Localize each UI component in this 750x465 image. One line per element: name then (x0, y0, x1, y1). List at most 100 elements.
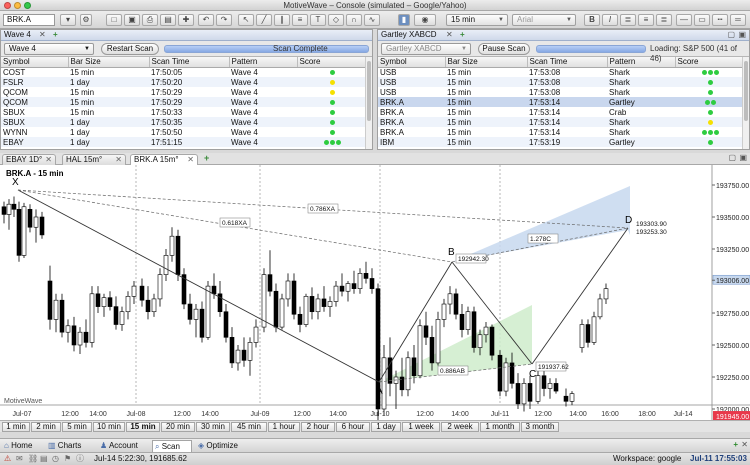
bar-size-2-hour[interactable]: 2 hour (301, 422, 335, 432)
gartley-col-bar-size[interactable]: Bar Size (445, 57, 528, 68)
table-row[interactable]: BRK.A 15 min 17:53:14 Shark (378, 127, 744, 137)
close-icon[interactable]: ✕ (741, 440, 748, 449)
fib-icon[interactable]: ≡ (292, 14, 308, 26)
candle-icon[interactable]: ▮ (398, 14, 410, 26)
add-tab-icon[interactable]: + (53, 30, 58, 40)
bar-size-30-min[interactable]: 30 min (196, 422, 230, 432)
symbol-list-icon[interactable]: ▾ (60, 14, 76, 26)
minimize-window-button[interactable] (14, 2, 21, 9)
table-row[interactable]: WYNN 1 day 17:50:50 Wave 4 (1, 127, 367, 137)
italic-icon[interactable]: I (602, 14, 618, 26)
nav-optimize[interactable]: ◈ Optimize (196, 440, 246, 452)
bar-size-15-min[interactable]: 15 min (126, 422, 160, 432)
tab-chart-hal[interactable]: HAL 15m° ✕ (62, 154, 126, 165)
print-icon[interactable]: ⎙ (142, 14, 158, 26)
settings-icon[interactable]: ⚙ (80, 14, 92, 26)
bar-size-1-week[interactable]: 1 week (402, 422, 440, 432)
table-row[interactable]: BRK.A 15 min 17:53:14 Crab (378, 107, 744, 117)
restore-panel-icon[interactable]: ▢ (727, 30, 735, 40)
bar-size-select[interactable]: 15 min ▼ (446, 14, 508, 26)
tab-chart-brka[interactable]: BRK.A 15m° ✕ (130, 154, 198, 165)
gartley-scrollbar[interactable] (742, 57, 749, 149)
close-icon[interactable]: ✕ (446, 30, 453, 40)
align-right-icon[interactable]: ≣ (656, 14, 672, 26)
flag-icon[interactable]: ⚑ (64, 453, 71, 465)
wave4-col-score[interactable]: Score (297, 57, 368, 68)
maximize-panel-icon[interactable]: ▣ (738, 30, 746, 40)
bar-size-2-week[interactable]: 2 week (441, 422, 479, 432)
bar-size-2-min[interactable]: 2 min (31, 422, 61, 432)
line-width-icon[interactable]: ═ (730, 14, 746, 26)
nav-charts[interactable]: ▥ Charts (46, 440, 92, 452)
bar-size-1-hour[interactable]: 1 hour (268, 422, 300, 432)
table-row[interactable]: QCOM 15 min 17:50:29 Wave 4 (1, 97, 367, 107)
bar-size-3-month[interactable]: 3 month (521, 422, 559, 432)
line-style-icon[interactable]: ┅ (712, 14, 728, 26)
table-row[interactable]: SBUX 15 min 17:50:33 Wave 4 (1, 107, 367, 117)
channel-icon[interactable]: ∥ (274, 14, 290, 26)
fill-color-icon[interactable]: ▭ (694, 14, 710, 26)
wave4-pattern-select[interactable]: Wave 4 ▼ (4, 43, 94, 55)
table-row[interactable]: BRK.A 15 min 17:53:14 Gartley (378, 97, 744, 107)
pointer-icon[interactable]: ↖ (238, 14, 254, 26)
wave4-col-scan-time[interactable]: Scan Time (149, 57, 230, 68)
add-tab-icon[interactable]: + (460, 30, 465, 40)
doc-icon[interactable]: ▤ (40, 453, 48, 465)
zoom-window-button[interactable] (24, 2, 31, 9)
wave-icon[interactable]: ∿ (364, 14, 380, 26)
undo-icon[interactable]: ↶ (198, 14, 214, 26)
gartley-col-scan-time[interactable]: Scan Time (527, 57, 608, 68)
table-row[interactable]: USB 15 min 17:53:08 Shark (378, 67, 744, 77)
add-chart-tab-icon[interactable]: + (204, 153, 209, 163)
close-icon[interactable]: ✕ (45, 155, 52, 165)
bar-size-20-min[interactable]: 20 min (161, 422, 195, 432)
pause-scan-button[interactable]: Pause Scan (478, 43, 530, 55)
alert-icon[interactable]: ⚠ (4, 453, 11, 465)
line-icon[interactable]: ╱ (256, 14, 272, 26)
wave4-col-symbol[interactable]: Symbol (1, 57, 69, 68)
chart-settings-icon[interactable]: ▤ (160, 14, 176, 26)
table-row[interactable]: USB 15 min 17:53:08 Shark (378, 87, 744, 97)
table-row[interactable]: COST 15 min 17:50:05 Wave 4 (1, 67, 367, 77)
restart-scan-button[interactable]: Restart Scan (101, 43, 159, 55)
price-chart[interactable]: X A B C D 0.786XA 0.618XA 1.278C 0.886AB 192942.3… (0, 165, 750, 422)
bar-size-5-min[interactable]: 5 min (62, 422, 92, 432)
new-icon[interactable]: □ (106, 14, 122, 26)
bar-size-1-min[interactable]: 1 min (2, 422, 30, 432)
bar-size-1-day[interactable]: 1 day (371, 422, 401, 432)
text-icon[interactable]: T (310, 14, 326, 26)
clock-icon[interactable]: ◷ (52, 453, 59, 465)
close-icon[interactable]: ✕ (115, 155, 122, 165)
maximize-chart-icon[interactable]: ▣ (739, 153, 747, 162)
gartley-tab-title[interactable]: Gartley XABCD (381, 30, 437, 39)
restore-chart-icon[interactable]: ▢ (728, 153, 736, 162)
bold-icon[interactable]: B (584, 14, 600, 26)
table-row[interactable]: QCOM 15 min 17:50:29 Wave 4 (1, 87, 367, 97)
table-row[interactable]: FSLR 1 day 17:50:20 Wave 4 (1, 77, 367, 87)
redo-icon[interactable]: ↷ (216, 14, 232, 26)
bar-size-1-month[interactable]: 1 month (480, 422, 520, 432)
link-icon[interactable]: ⛓ (28, 453, 38, 465)
table-row[interactable]: BRK.A 15 min 17:53:14 Shark (378, 117, 744, 127)
nav-home[interactable]: ⌂ Home (2, 440, 42, 452)
align-center-icon[interactable]: ≡ (638, 14, 654, 26)
price-chart-svg[interactable]: X A B C D 0.786XA 0.618XA 1.278C 0.886AB 192942.3… (0, 165, 750, 422)
wave4-col-pattern[interactable]: Pattern (229, 57, 298, 68)
magnet-icon[interactable]: ∩ (346, 14, 362, 26)
save-icon[interactable]: ▣ (124, 14, 140, 26)
font-select[interactable]: Arial ▼ (512, 14, 576, 26)
table-row[interactable]: SBUX 1 day 17:50:35 Wave 4 (1, 117, 367, 127)
add-workspace-icon[interactable]: + (733, 440, 738, 449)
table-row[interactable]: EBAY 1 day 17:51:15 Wave 4 (1, 137, 367, 147)
mail-icon[interactable]: ✉ (16, 453, 23, 465)
gartley-pattern-select[interactable]: Gartley XABCD ▼ (381, 43, 471, 55)
close-window-button[interactable] (4, 2, 11, 9)
table-row[interactable]: USB 15 min 17:53:08 Shark (378, 77, 744, 87)
wave4-col-bar-size[interactable]: Bar Size (68, 57, 150, 68)
tab-chart-ebay[interactable]: EBAY 1D° ✕ (2, 154, 56, 165)
symbol-input[interactable]: BRK.A (3, 14, 55, 26)
gartley-col-symbol[interactable]: Symbol (378, 57, 446, 68)
wave4-tab-title[interactable]: Wave 4 (4, 30, 31, 39)
table-row[interactable]: IBM 15 min 17:53:19 Gartley (378, 137, 744, 147)
align-left-icon[interactable]: ≣ (620, 14, 636, 26)
